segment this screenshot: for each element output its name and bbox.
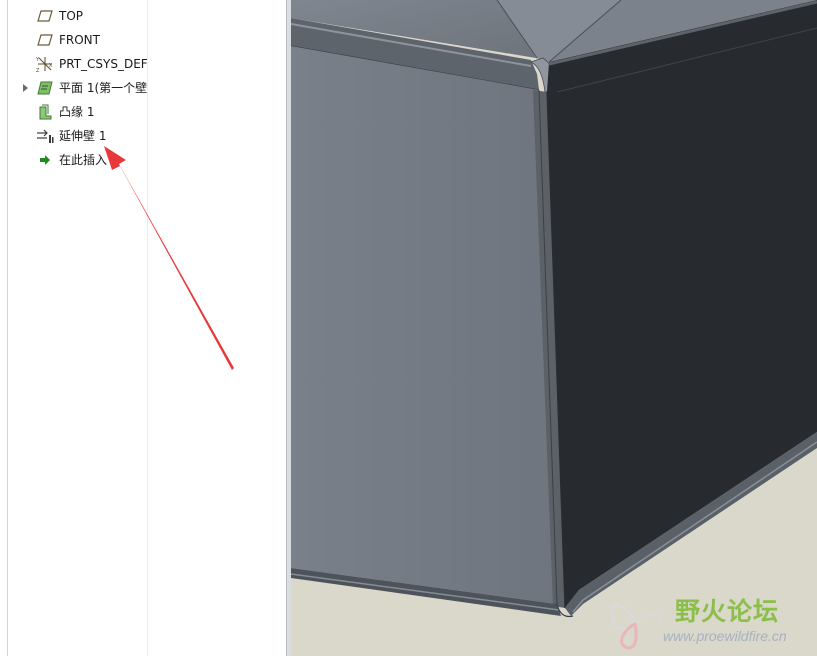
datum-plane-icon [36,7,54,25]
svg-text:X: X [49,63,53,69]
tree-item-label: 在此插入 [59,153,108,167]
graphics-viewport[interactable] [291,0,817,656]
sheetmetal-model [291,0,817,656]
tree-item-front[interactable]: FRONT [0,30,147,50]
tree-item-label: 凸缘 1 [59,105,95,119]
tree-item-extend-wall[interactable]: 延伸壁 1 [0,126,147,146]
svg-text:Z: Z [36,68,40,73]
tree-item-label: 平面 1(第一个壁 [59,81,147,95]
tree-item-top[interactable]: TOP [0,6,147,26]
tree-item-label: PRT_CSYS_DEF [59,57,147,71]
watermark-url: www.proewildfire.cn [663,628,787,644]
tree-item-planar-wall[interactable]: 平面 1(第一个壁 [0,78,147,98]
front-wall-face [291,46,557,604]
tree-column-divider[interactable] [147,0,148,656]
tree-item-csys[interactable]: Y X Z PRT_CSYS_DEF [0,54,147,74]
tree-item-flange[interactable]: 凸缘 1 [0,102,147,122]
planar-wall-icon [36,79,54,97]
butterfly-logo-icon [610,603,663,650]
tree-item-label: FRONT [59,33,100,47]
coordinate-system-icon: Y X Z [36,55,54,73]
tree-item-label: TOP [59,9,84,23]
forum-watermark: 野火论坛 www.proewildfire.cn [603,588,815,654]
expand-arrow-icon[interactable] [23,78,31,98]
model-tree-panel: TOP FRONT Y X Z PRT_CSYS_DEF 平面 1(第一个壁 凸… [0,0,291,656]
tree-item-insert-here[interactable]: 在此插入 [0,150,147,170]
tree-left-border [7,0,8,656]
flange-wall-icon [36,103,54,121]
insert-here-arrow-icon [36,151,54,169]
tree-item-label: 延伸壁 1 [59,129,107,143]
datum-plane-icon [36,31,54,49]
extend-wall-icon [36,127,54,145]
watermark-title: 野火论坛 [675,597,780,626]
